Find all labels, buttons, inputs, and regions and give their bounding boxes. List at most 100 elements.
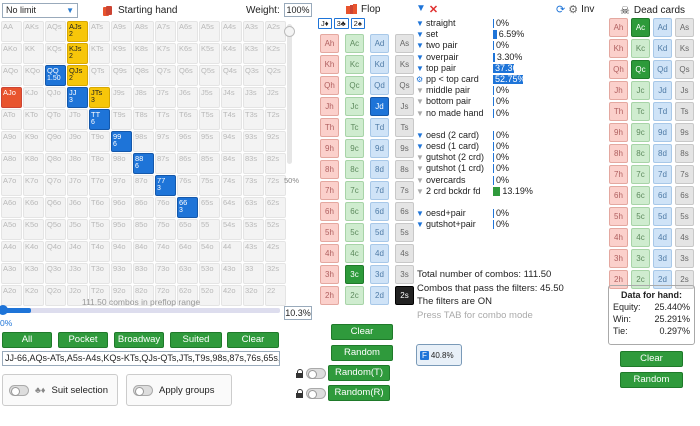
hand-cell[interactable]: 43o — [221, 263, 242, 284]
hand-cell[interactable]: ATo — [1, 109, 22, 130]
hand-cell[interactable]: J7s — [155, 87, 176, 108]
hand-cell[interactable]: K8o — [23, 153, 44, 174]
range-slider-knob[interactable] — [0, 305, 8, 315]
hand-cell[interactable]: 83o — [133, 263, 154, 284]
flop-card[interactable]: 2s — [395, 286, 414, 305]
hand-cell[interactable]: 88 6 — [133, 153, 154, 174]
dead-card[interactable]: Qh — [609, 60, 628, 79]
hand-cell[interactable]: 52s — [265, 219, 286, 240]
hand-cell[interactable]: 85s — [199, 153, 220, 174]
flop-card[interactable]: 9s — [395, 139, 414, 158]
hand-cell[interactable]: T4s — [221, 109, 242, 130]
starting-hand-header[interactable]: Starting hand — [102, 3, 178, 18]
flop-card[interactable]: As — [395, 34, 414, 53]
hand-cell[interactable]: T6s — [177, 109, 198, 130]
hand-cell[interactable]: 95s — [199, 131, 220, 152]
hand-cell[interactable]: QTo — [45, 109, 66, 130]
flop-card[interactable]: 6d — [370, 202, 389, 221]
hand-cell[interactable]: A4o — [1, 241, 22, 262]
hand-cell[interactable]: K6s — [177, 43, 198, 64]
hand-cell[interactable]: K5s — [199, 43, 220, 64]
hand-cell[interactable]: T7o — [89, 175, 110, 196]
hand-cell[interactable]: J4o — [67, 241, 88, 262]
hand-cell[interactable]: J8o — [67, 153, 88, 174]
hand-cell[interactable]: 74s — [221, 175, 242, 196]
hand-cell[interactable]: Q7o — [45, 175, 66, 196]
flop-card[interactable]: Th — [320, 118, 339, 137]
apply-groups-toggle[interactable] — [133, 384, 153, 396]
filter-funnel-icon[interactable]: ▼ — [416, 130, 424, 141]
hand-cell[interactable]: 63s — [243, 197, 264, 218]
flop-card[interactable]: 4d — [370, 244, 389, 263]
hand-cell[interactable]: A3o — [1, 263, 22, 284]
filter-funnel-icon[interactable]: ▼ — [416, 108, 424, 119]
hand-cell[interactable]: J8s — [133, 87, 154, 108]
hand-cell[interactable]: T6o — [89, 197, 110, 218]
dead-card[interactable]: 8s — [675, 144, 694, 163]
dead-card[interactable]: 6d — [653, 186, 672, 205]
dead-card[interactable]: Kd — [653, 39, 672, 58]
hand-cell[interactable]: KTo — [23, 109, 44, 130]
filter-funnel-icon[interactable]: ⚙ — [416, 74, 424, 85]
hand-cell[interactable]: 33 — [243, 263, 264, 284]
hand-cell[interactable]: 66 3 — [177, 197, 198, 218]
dead-clear-button[interactable]: Clear — [620, 351, 683, 367]
dead-random-button[interactable]: Random — [620, 372, 683, 388]
weight-input[interactable]: 100% — [284, 3, 312, 17]
dead-card[interactable]: 9c — [631, 123, 650, 142]
hand-cell[interactable]: Q6s — [177, 65, 198, 86]
hand-cell[interactable]: 74o — [155, 241, 176, 262]
filter-funnel-icon[interactable]: ▼ — [416, 186, 424, 197]
hand-cell[interactable]: K3s — [243, 43, 264, 64]
suited-button[interactable]: Suited — [170, 332, 222, 348]
flop-card[interactable]: Tc — [345, 118, 364, 137]
dead-card[interactable]: 9h — [609, 123, 628, 142]
hand-cell[interactable]: T5s — [199, 109, 220, 130]
hand-cell[interactable]: JTo — [67, 109, 88, 130]
hand-cell[interactable]: Q9s — [111, 65, 132, 86]
filter-row[interactable]: ▼ 2 crd bckdr fd 13.19% — [416, 186, 591, 197]
dead-card[interactable]: As — [675, 18, 694, 37]
filter-funnel-icon[interactable]: ▼ — [416, 208, 424, 219]
filter-row[interactable]: ▼ set 6.59% — [416, 29, 591, 40]
hand-cell[interactable]: 98s — [133, 131, 154, 152]
hand-cell[interactable]: 75s — [199, 175, 220, 196]
hand-cell[interactable]: J9o — [67, 131, 88, 152]
hand-cell[interactable]: A2s — [265, 21, 286, 42]
dead-card[interactable]: 5d — [653, 207, 672, 226]
hand-cell[interactable]: 87s — [155, 153, 176, 174]
hand-cell[interactable]: 85o — [133, 219, 154, 240]
pocket-button[interactable]: Pocket — [58, 332, 108, 348]
hand-cell[interactable]: AQo — [1, 65, 22, 86]
hand-cell[interactable]: A8o — [1, 153, 22, 174]
random-turn-button[interactable]: Random(T) — [328, 365, 390, 381]
hand-cell[interactable]: QJs 2 — [67, 65, 88, 86]
dead-card[interactable]: 4h — [609, 228, 628, 247]
hand-cell[interactable]: K4o — [23, 241, 44, 262]
hand-cell[interactable]: T9o — [89, 131, 110, 152]
hand-cell[interactable]: Q7s — [155, 65, 176, 86]
hand-cell[interactable]: J3o — [67, 263, 88, 284]
hand-cell[interactable]: 65o — [177, 219, 198, 240]
hand-cell[interactable]: 76s — [177, 175, 198, 196]
hand-cell[interactable]: 97s — [155, 131, 176, 152]
hand-cell[interactable]: 43s — [243, 241, 264, 262]
filter-funnel-icon[interactable]: ▼ — [416, 219, 424, 230]
hand-cell[interactable]: 75o — [155, 219, 176, 240]
flop-card[interactable]: Jd — [370, 97, 389, 116]
dead-card[interactable]: Ac — [631, 18, 650, 37]
filter-funnel-icon[interactable]: ▼ — [416, 152, 424, 163]
filter-row[interactable]: ▼ oesd (1 card) 0% — [416, 141, 591, 152]
flop-card[interactable]: 4h — [320, 244, 339, 263]
hand-cell[interactable]: 83s — [243, 153, 264, 174]
hand-cell[interactable]: A3s — [243, 21, 264, 42]
flop-card[interactable]: Qh — [320, 76, 339, 95]
hand-cell[interactable]: QQ 1.50 — [45, 65, 66, 86]
broadway-button[interactable]: Broadway — [114, 332, 164, 348]
filter-badge-button[interactable]: F 40.8% — [416, 344, 462, 366]
hand-cell[interactable]: 54s — [221, 219, 242, 240]
suit-selection-toggle[interactable] — [9, 384, 29, 396]
refresh-icon[interactable]: ⟳ — [556, 3, 565, 16]
hand-cell[interactable]: J6s — [177, 87, 198, 108]
dead-card[interactable]: Jh — [609, 81, 628, 100]
